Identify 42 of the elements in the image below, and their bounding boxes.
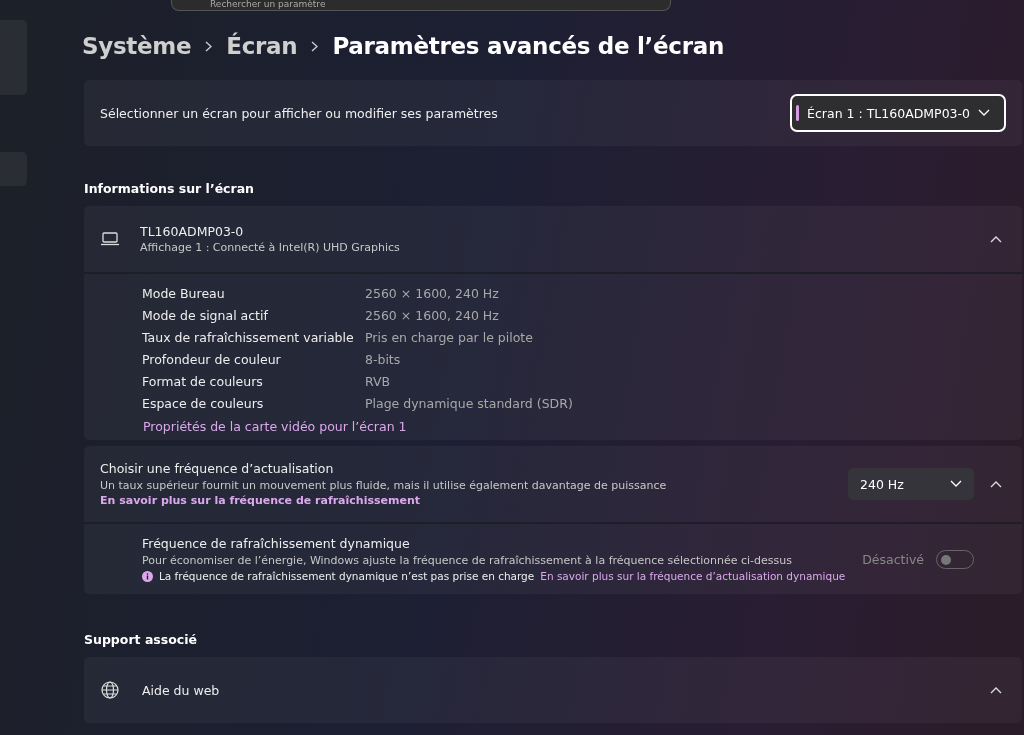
learn-more-link[interactable]: En savoir plus sur la fréquence de rafraîchissement [100,493,420,507]
info-label: Mode Bureau [142,286,226,301]
info-label: Mode de signal actif [142,308,269,323]
info-label: Profondeur de couleur [142,352,282,367]
setting-label: Sélectionner un écran pour afficher ou modifier ses paramètres [100,105,498,121]
search-field[interactable]: Rechercher un paramètre [171,0,671,11]
globe-icon [100,680,120,700]
adapter-properties-link[interactable]: Propriétés de la carte vidéo pour l’écran 1 [84,419,1022,440]
chevron-down-icon [950,480,962,488]
device-name: TL160ADMP03-0 [140,224,245,239]
display-dropdown[interactable]: Écran 1 : TL160ADMP03-0 [790,94,1006,132]
info-label: Taux de rafraîchissement variable [142,330,355,345]
breadcrumb-item[interactable]: Écran [226,33,298,59]
chevron-down-icon [978,109,990,117]
info-icon [142,570,153,582]
breadcrumb-item: Paramètres avancés de l’écran [332,33,725,59]
info-label: Espace de couleurs [142,396,265,411]
chevron-up-icon [990,686,1002,694]
info-value: Plage dynamique standard (SDR) [365,396,574,411]
section-title: Support associé [84,632,198,647]
refresh-rate-dropdown[interactable]: 240 Hz [848,468,974,500]
device-subtitle: Affichage 1 : Connecté à Intel(R) UHD Graphics [140,241,400,254]
chevron-up-icon [990,235,1002,243]
setting-description: Un taux supérieur fournit un mouvement plus fluide, mais il utilise également davantage de puissance En savoir plus sur la fréquence de rafraîchissement [100,477,668,508]
setting-title: Fréquence de rafraîchissement dynamique [142,536,411,551]
info-label: Format de couleurs [142,374,264,389]
info-value: RVB [365,374,392,389]
section-title: Informations sur l’écran [84,181,255,196]
info-value: Pris en charge par le pilote [365,330,534,345]
help-item-label: Aide du web [142,682,220,698]
breadcrumb-item[interactable]: Système [82,33,192,59]
chevron-right-icon [205,40,213,52]
chevron-right-icon [311,40,319,52]
laptop-icon [100,232,120,246]
setting-description: Pour économiser de l’énergie, Windows ajuste la fréquence de rafraîchissement à la fréquence sélectionnée ci-dessus [142,553,793,568]
warning-text: La fréquence de rafraîchissement dynamique n’est pas prise en charge [159,570,535,582]
chevron-up-icon [990,480,1002,488]
setting-title: Choisir une fréquence d’actualisation [100,460,335,476]
toggle-label: Désactivé [862,551,924,567]
info-value: 2560 × 1600, 240 Hz [365,286,500,301]
info-value: 8-bits [365,352,402,367]
info-value: 2560 × 1600, 240 Hz [365,308,500,323]
